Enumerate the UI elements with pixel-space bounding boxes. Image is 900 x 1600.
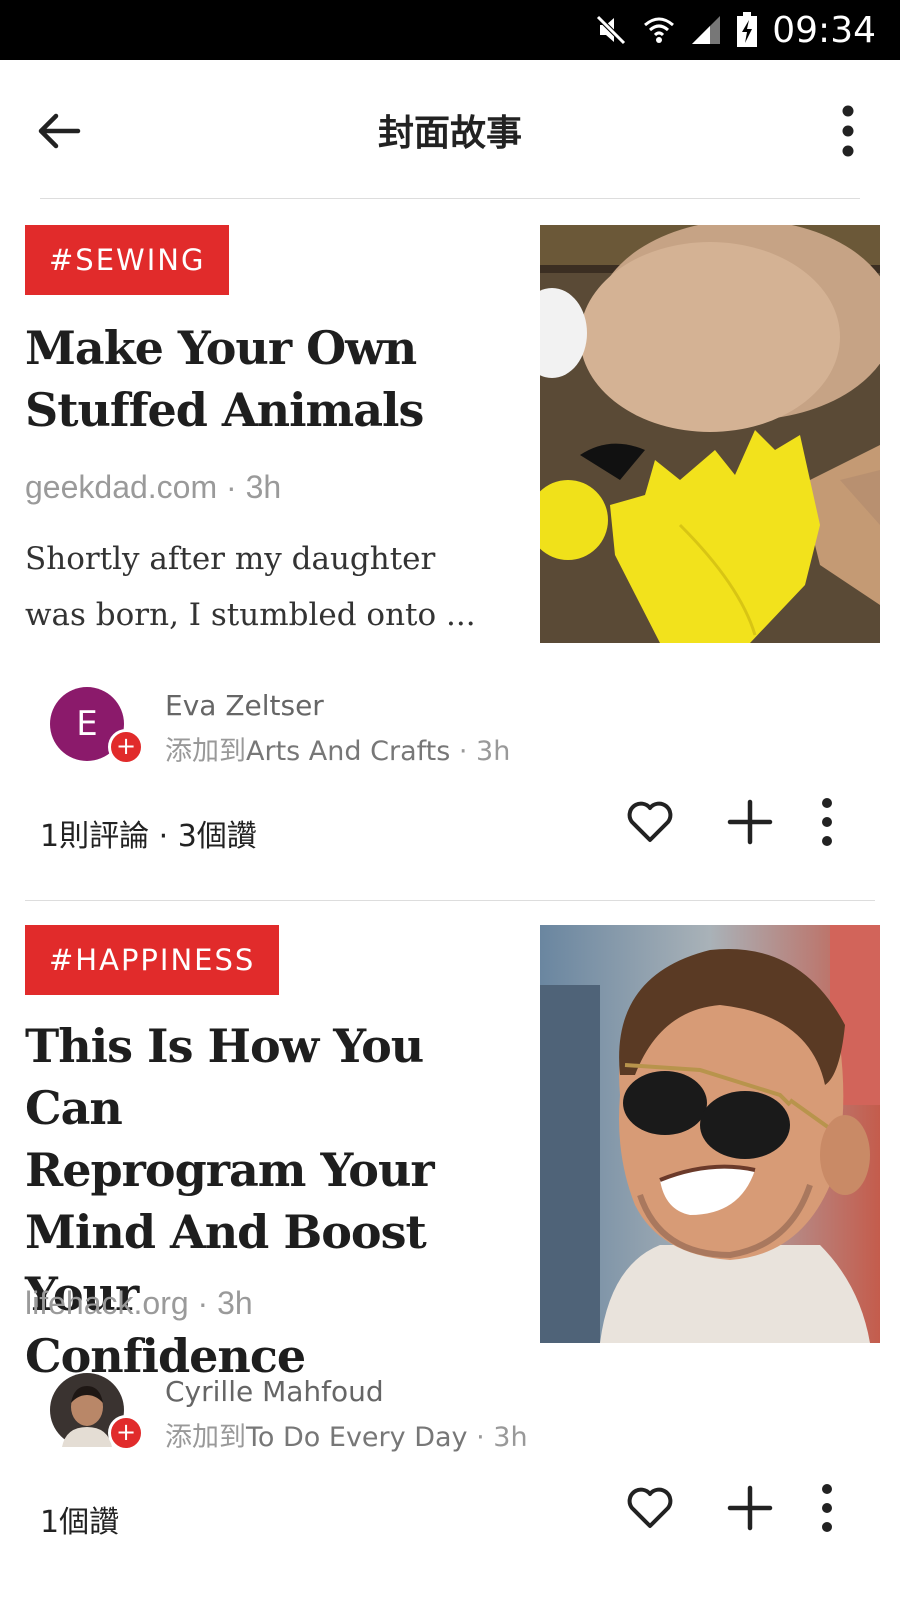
added-time: · 3h xyxy=(467,1422,528,1453)
status-time: 09:34 xyxy=(772,9,876,51)
heart-icon[interactable] xyxy=(625,1483,675,1533)
social-counts[interactable]: 1個讚 xyxy=(40,1497,119,1541)
excerpt-line: was born, I stumbled onto ... xyxy=(25,597,476,633)
signal-icon xyxy=(692,16,721,44)
status-bar: 09:34 xyxy=(0,0,900,60)
curator-avatar[interactable]: + xyxy=(50,1373,144,1463)
follow-plus-icon[interactable]: + xyxy=(108,729,144,765)
heart-icon[interactable] xyxy=(625,797,675,847)
article-title[interactable]: Make Your Own Stuffed Animals xyxy=(25,317,525,441)
more-vertical-icon[interactable] xyxy=(836,104,860,158)
more-vertical-icon[interactable] xyxy=(815,1483,839,1533)
topic-tag[interactable]: #SEWING xyxy=(25,225,230,295)
smiling-man-photo xyxy=(540,925,880,1343)
article-thumbnail[interactable] xyxy=(540,925,880,1343)
divider xyxy=(25,900,875,901)
article-title-line: This Is How You Can xyxy=(25,1019,424,1135)
social-counts[interactable]: 1則評論 · 3個讚 xyxy=(40,811,257,855)
divider xyxy=(40,198,860,199)
app-bar: 封面故事 xyxy=(0,60,900,200)
magazine-link[interactable]: To Do Every Day xyxy=(246,1422,468,1453)
article-title-line: Reprogram Your xyxy=(25,1143,435,1197)
added-time: · 3h xyxy=(450,736,511,767)
plus-icon[interactable] xyxy=(725,797,775,847)
curator-added-line: 添加到Arts And Crafts · 3h xyxy=(165,729,510,768)
follow-plus-icon[interactable]: + xyxy=(108,1415,144,1451)
article-title-line: Make Your Own xyxy=(25,321,417,375)
magazine-link[interactable]: Arts And Crafts xyxy=(246,736,450,767)
article-title-line: Stuffed Animals xyxy=(25,383,424,437)
plus-icon[interactable] xyxy=(725,1483,775,1533)
article-source: lifehack.org · 3h xyxy=(25,1285,253,1321)
wifi-icon xyxy=(644,17,675,43)
felt-shapes-image xyxy=(540,225,880,643)
article-title[interactable]: This Is How You Can Reprogram Your Mind … xyxy=(25,1015,525,1387)
article-card[interactable]: #SEWING Make Your Own Stuffed Animals ge… xyxy=(0,225,900,885)
article-thumbnail[interactable] xyxy=(540,225,880,643)
curator-name[interactable]: Cyrille Mahfoud xyxy=(165,1375,384,1408)
curator-name[interactable]: Eva Zeltser xyxy=(165,689,324,722)
added-prefix: 添加到 xyxy=(165,736,246,767)
more-vertical-icon[interactable] xyxy=(815,797,839,847)
excerpt-line: Shortly after my daughter xyxy=(25,541,436,577)
added-prefix: 添加到 xyxy=(165,1422,246,1453)
topic-tag[interactable]: #HAPPINESS xyxy=(25,925,280,995)
curator-added-line: 添加到To Do Every Day · 3h xyxy=(165,1415,528,1454)
article-excerpt: Shortly after my daughter was born, I st… xyxy=(25,531,505,643)
battery-charging-icon xyxy=(737,12,758,47)
curator-avatar[interactable]: E + xyxy=(50,687,144,777)
article-card[interactable]: #HAPPINESS This Is How You Can Reprogram… xyxy=(0,925,900,1600)
article-source: geekdad.com · 3h xyxy=(25,469,282,505)
page-title: 封面故事 xyxy=(377,113,522,154)
mute-icon xyxy=(596,15,627,45)
